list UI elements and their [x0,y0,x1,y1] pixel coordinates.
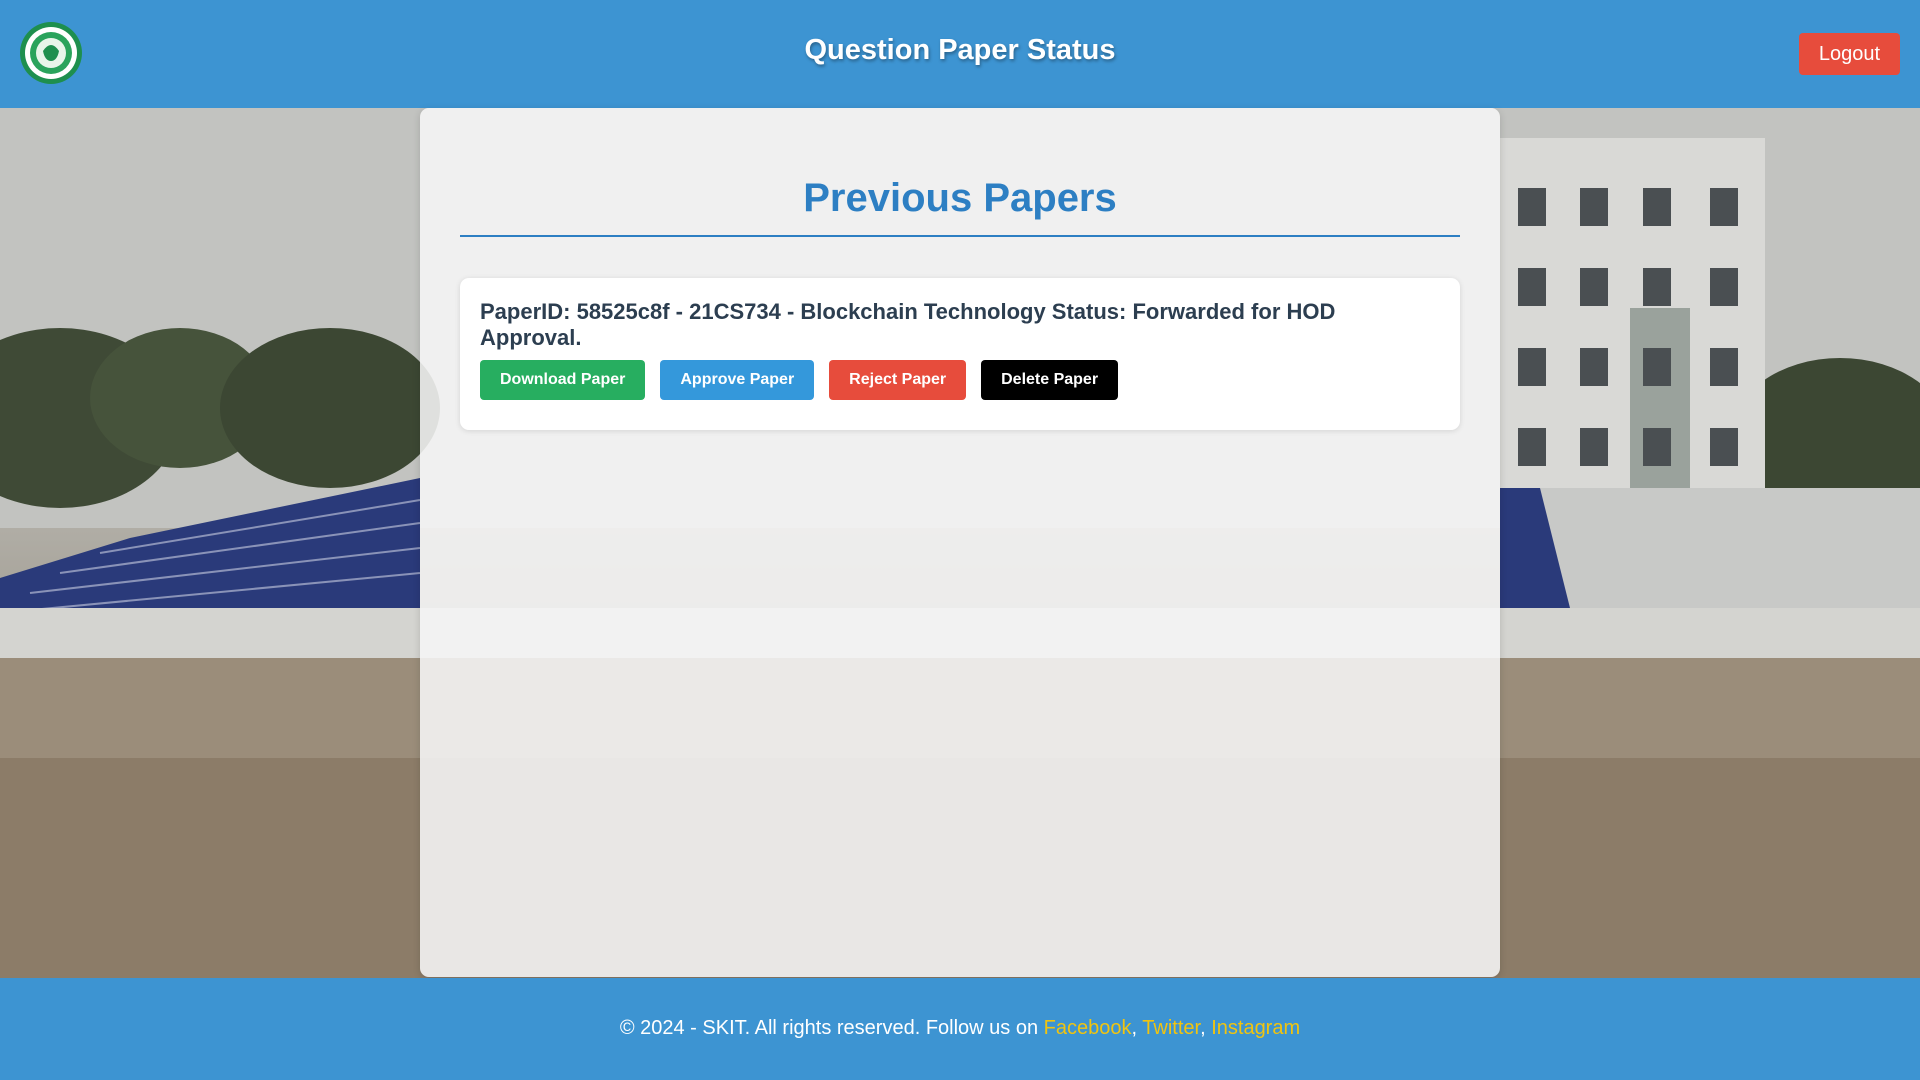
footer-separator: , [1200,1017,1206,1039]
main-panel: Previous Papers PaperID: 58525c8f - 21CS… [420,108,1500,977]
approve-paper-button[interactable]: Approve Paper [660,360,815,400]
header-bar: Question Paper Status Logout [0,0,1920,108]
copyright-text: © 2024 - SKIT. All rights reserved. Foll… [619,1017,1039,1039]
footer-bar: © 2024 - SKIT. All rights reserved. Foll… [0,978,1920,1080]
instagram-link[interactable]: Instagram [1211,1017,1300,1039]
reject-paper-button[interactable]: Reject Paper [829,360,967,400]
download-paper-button[interactable]: Download Paper [480,360,646,400]
paper-card: PaperID: 58525c8f - 21CS734 - Blockchain… [460,278,1460,430]
page-title: Question Paper Status [804,34,1116,66]
facebook-link[interactable]: Facebook [1044,1017,1132,1039]
twitter-link[interactable]: Twitter [1142,1017,1200,1039]
delete-paper-button[interactable]: Delete Paper [981,360,1119,400]
paper-info: PaperID: 58525c8f - 21CS734 - Blockchain… [480,299,1336,350]
paper-actions: Download Paper Approve Paper Reject Pape… [480,360,1119,400]
footer-separator: , [1131,1017,1138,1039]
section-title: Previous Papers [803,176,1117,220]
logout-button[interactable]: Logout [1799,33,1900,75]
title-divider [460,235,1460,237]
footer-text: © 2024 - SKIT. All rights reserved. Foll… [0,1017,1920,1040]
